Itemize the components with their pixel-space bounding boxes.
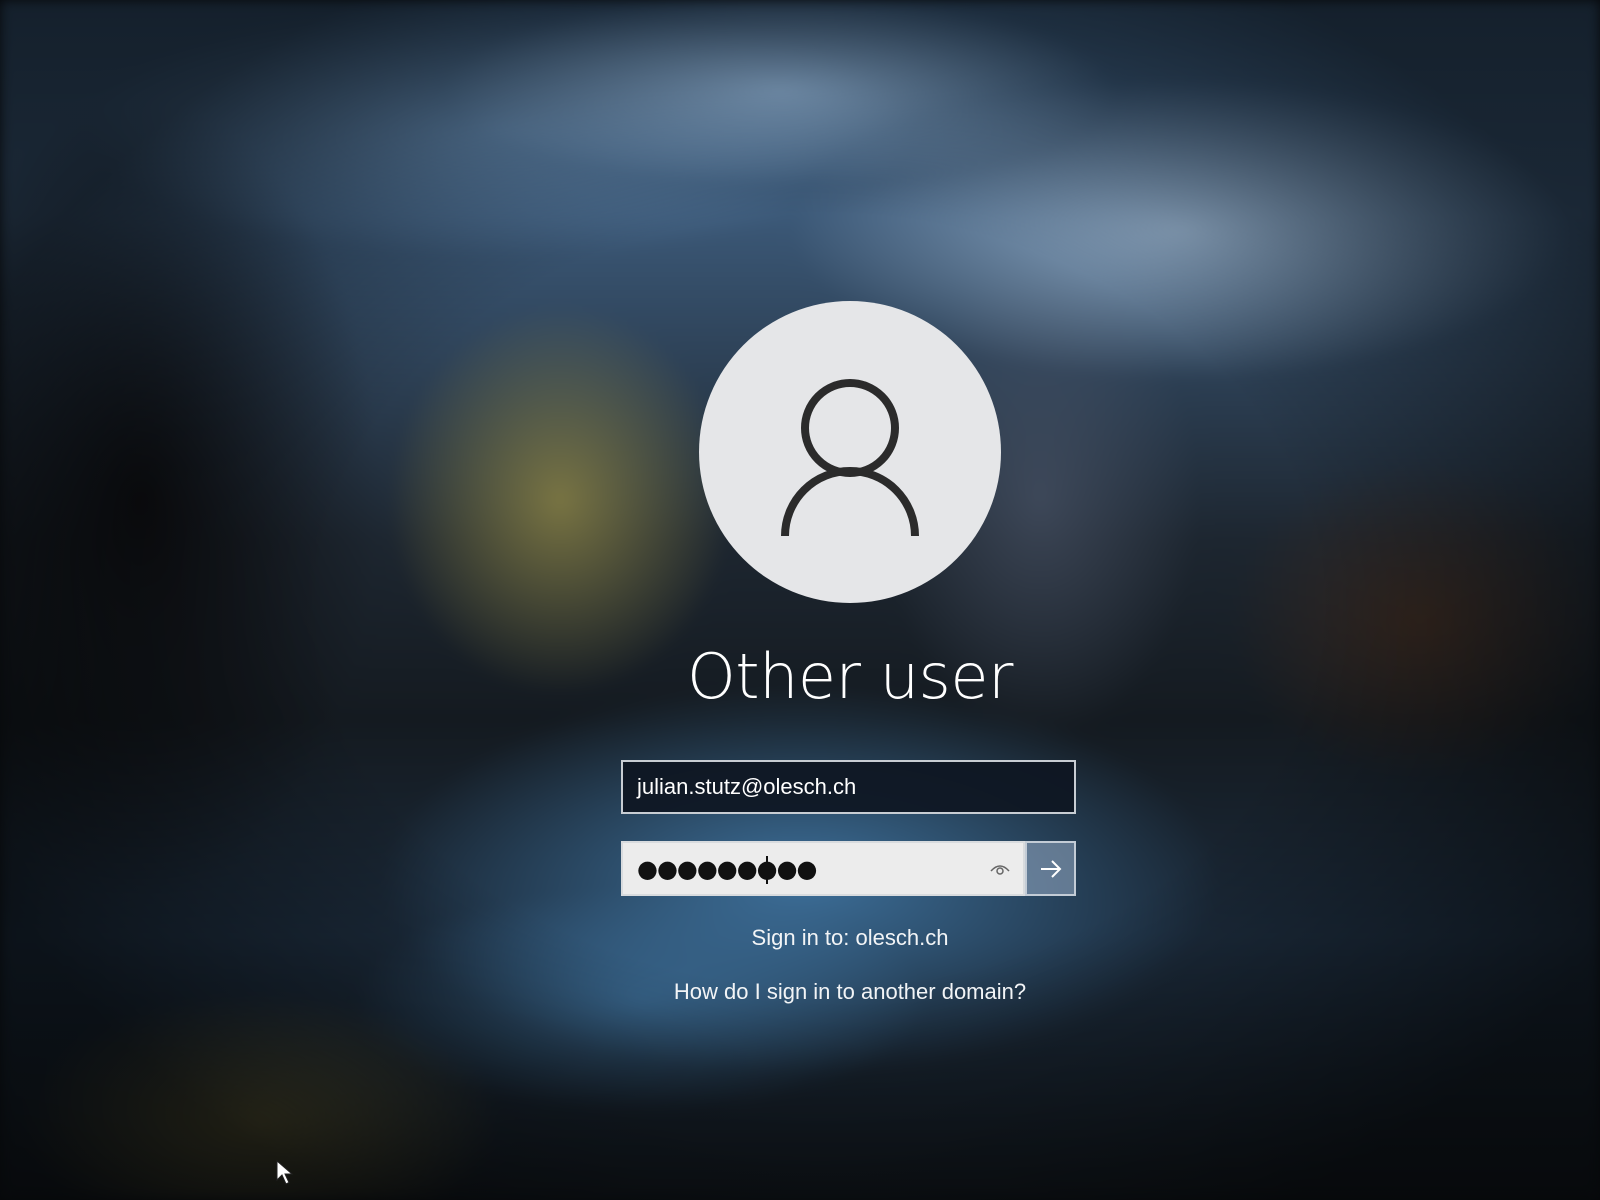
arrow-right-icon [1041,860,1062,878]
sign-in-domain-label: Sign in to: olesch.ch [751,925,949,950]
password-row: ●●●●●●●●● [621,841,1076,896]
user-name-heading: Other user [687,640,1013,713]
text-caret [766,856,768,884]
another-domain-link[interactable]: How do I sign in to another domain? [550,979,1150,1005]
user-avatar [699,301,1001,603]
eye-icon[interactable] [989,860,1011,878]
username-input[interactable]: julian.stutz@olesch.ch [621,760,1076,814]
submit-button[interactable] [1025,841,1076,896]
lock-screen: Other user julian.stutz@olesch.ch ●●●●●●… [0,0,1600,1200]
user-silhouette-icon [781,379,919,537]
mouse-pointer-icon [276,1160,294,1185]
password-mask: ●●●●●●●●● [637,855,817,883]
password-input[interactable]: ●●●●●●●●● [621,841,1025,896]
